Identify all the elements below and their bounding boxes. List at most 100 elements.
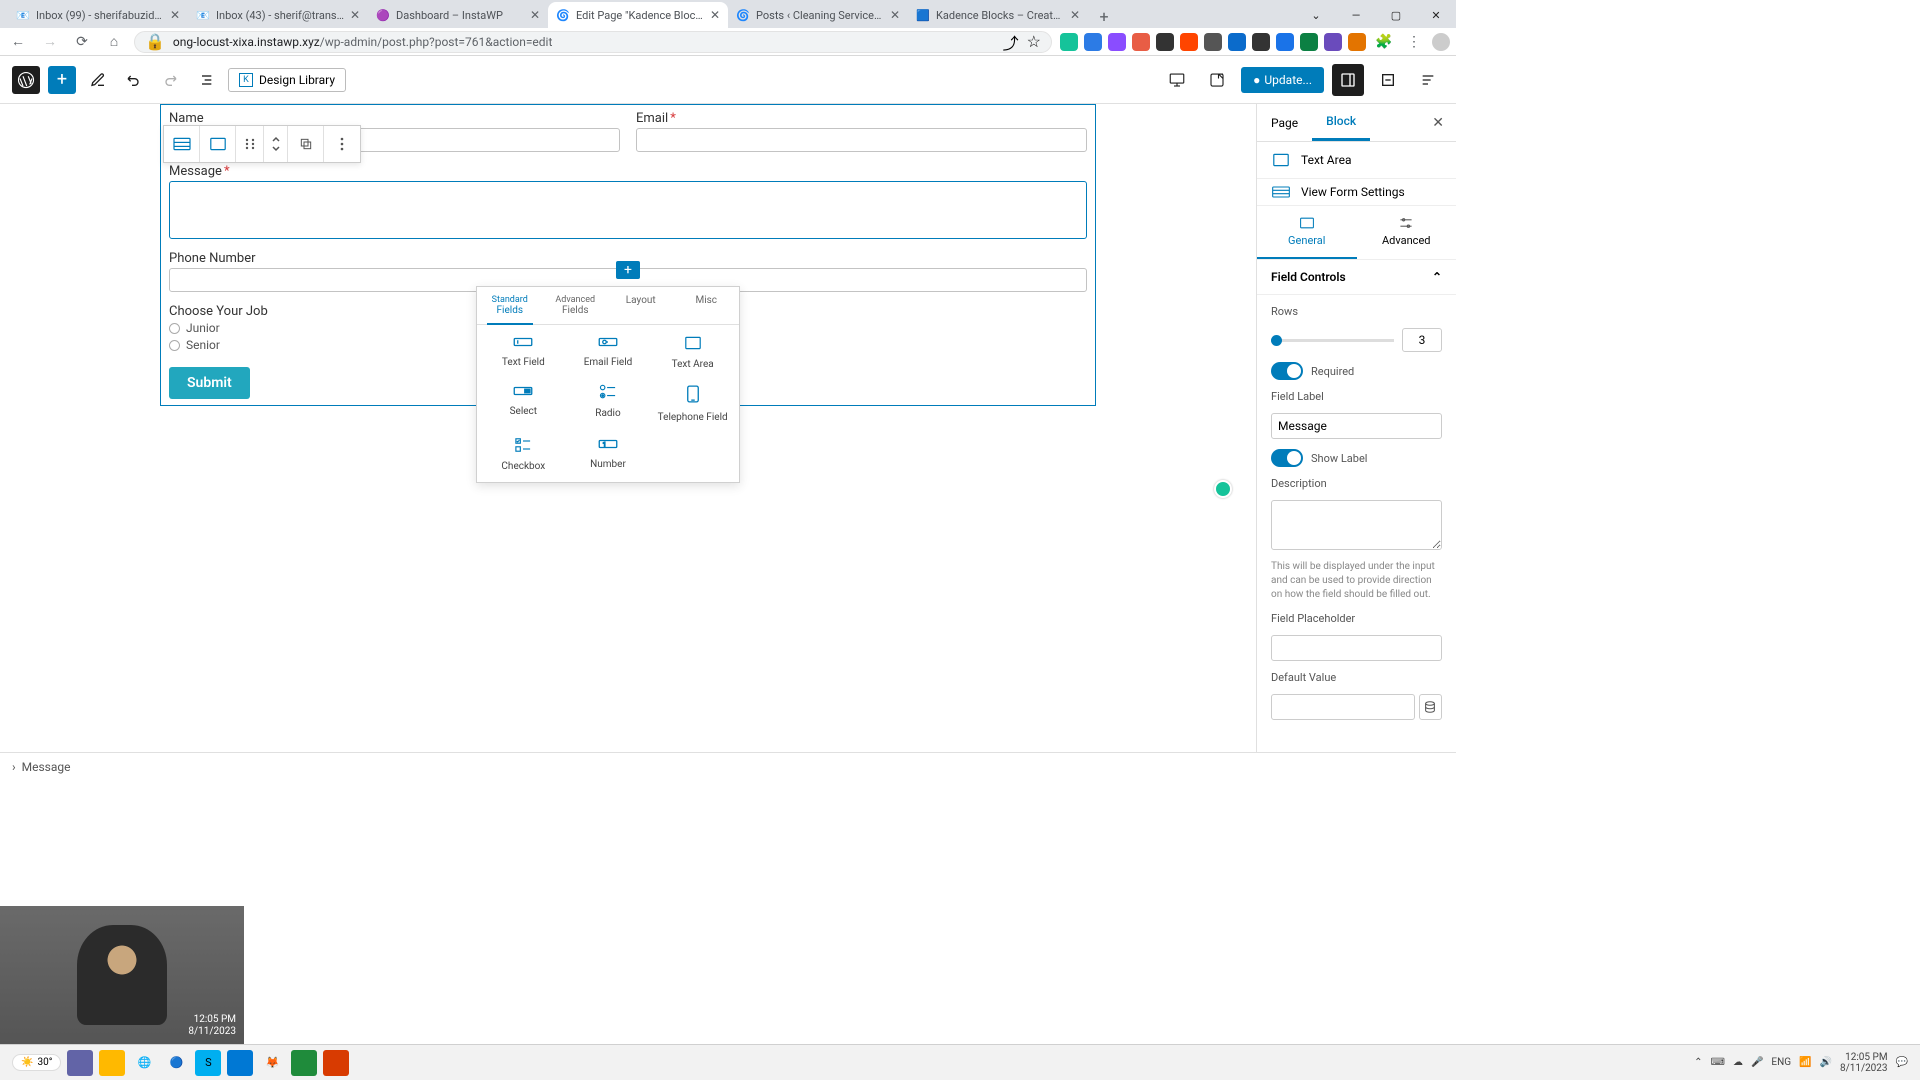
ext-icon[interactable] <box>1156 33 1174 51</box>
general-subtab[interactable]: General <box>1257 206 1357 259</box>
required-toggle[interactable] <box>1271 362 1303 380</box>
edit-tool-icon[interactable] <box>84 66 112 94</box>
picker-radio[interactable]: Radio <box>566 384 651 423</box>
list-view-button[interactable] <box>192 66 220 94</box>
kadence-settings-icon[interactable] <box>1372 64 1404 96</box>
language-indicator[interactable]: ENG <box>1771 1057 1791 1068</box>
editor-canvas[interactable]: Name Email* Message* + Phone Number <box>0 104 1256 752</box>
rows-value-input[interactable]: 3 <box>1402 328 1442 352</box>
browser-tab[interactable]: 📧Inbox (99) - sherifabuzid@gmai✕ <box>8 2 188 28</box>
picker-tab-standard[interactable]: StandardFields <box>477 287 543 324</box>
notifications-icon[interactable]: 💬 <box>1896 1057 1908 1068</box>
redo-button[interactable] <box>156 66 184 94</box>
ext-icon[interactable] <box>1204 33 1222 51</box>
grammarly-badge-icon[interactable] <box>1214 480 1232 498</box>
preview-button[interactable] <box>1201 64 1233 96</box>
breadcrumb-item[interactable]: Message <box>22 760 71 774</box>
message-textarea[interactable] <box>169 181 1087 239</box>
edge-icon[interactable]: 🔵 <box>163 1050 189 1076</box>
onedrive-icon[interactable]: ☁ <box>1733 1057 1743 1068</box>
chrome-icon[interactable]: 🌐 <box>131 1050 157 1076</box>
address-bar[interactable]: 🔒 ong-locust-xixa.instawp.xyz/wp-admin/p… <box>134 31 1052 53</box>
description-textarea[interactable] <box>1271 500 1442 550</box>
volume-icon[interactable]: 🔊 <box>1820 1057 1832 1068</box>
maximize-button[interactable]: ▢ <box>1376 2 1416 28</box>
placeholder-input[interactable] <box>1271 635 1442 661</box>
advanced-subtab[interactable]: Advanced <box>1357 206 1457 259</box>
textarea-block-button[interactable] <box>200 126 236 162</box>
picker-text-field[interactable]: Text Field <box>481 335 566 370</box>
ext-icon[interactable] <box>1324 33 1342 51</box>
ext-icon[interactable] <box>1300 33 1318 51</box>
add-field-button[interactable]: + <box>616 261 640 279</box>
reddit-ext-icon[interactable] <box>1180 33 1198 51</box>
browser-tab[interactable]: 🌀Posts ‹ Cleaning Service. — Wor✕ <box>728 2 908 28</box>
sidebar-tab-block[interactable]: Block <box>1312 104 1370 141</box>
home-button[interactable]: ⌂ <box>102 30 126 54</box>
chevron-right-icon[interactable]: › <box>12 760 16 774</box>
settings-sidebar-button[interactable] <box>1332 64 1364 96</box>
parent-block-button[interactable] <box>164 126 200 162</box>
new-tab-button[interactable]: + <box>1092 4 1116 28</box>
app-icon[interactable] <box>323 1050 349 1076</box>
picker-tab-layout[interactable]: Layout <box>608 287 674 324</box>
reload-button[interactable]: ⟳ <box>70 30 94 54</box>
picker-select[interactable]: Select <box>481 384 566 423</box>
picker-tab-advanced[interactable]: AdvancedFields <box>543 287 609 324</box>
wifi-icon[interactable]: 📶 <box>1799 1057 1811 1068</box>
field-controls-panel-head[interactable]: Field Controls ⌃ <box>1257 260 1456 295</box>
tray-chevron-icon[interactable]: ⌃ <box>1694 1057 1702 1068</box>
drag-handle-button[interactable] <box>236 126 264 162</box>
undo-button[interactable] <box>120 66 148 94</box>
picker-email-field[interactable]: Email Field <box>566 335 651 370</box>
rows-slider[interactable] <box>1271 339 1394 342</box>
file-explorer-icon[interactable] <box>99 1050 125 1076</box>
star-icon[interactable]: ☆ <box>1027 32 1041 51</box>
taskbar-clock[interactable]: 12:05 PM8/11/2023 <box>1840 1052 1888 1074</box>
move-up-down-button[interactable] <box>264 126 288 162</box>
ext-icon[interactable] <box>1276 33 1294 51</box>
weather-widget[interactable]: ☀️30° <box>12 1054 61 1071</box>
close-icon[interactable]: ✕ <box>170 8 180 22</box>
view-form-settings-button[interactable]: View Form Settings <box>1257 178 1456 205</box>
more-options-button[interactable] <box>324 126 360 162</box>
minimize-button[interactable]: — <box>1336 2 1376 28</box>
chevron-down-icon[interactable]: ⌄ <box>1296 2 1336 28</box>
ext-icon[interactable] <box>1348 33 1366 51</box>
ext-icon[interactable] <box>1252 33 1270 51</box>
sidebar-tab-page[interactable]: Page <box>1257 106 1312 140</box>
browser-tab-active[interactable]: 🌀Edit Page "Kadence Blocks Tutor✕ <box>548 2 728 28</box>
ext-icon[interactable] <box>1228 33 1246 51</box>
keyboard-icon[interactable]: ⌨ <box>1711 1057 1725 1068</box>
picker-telephone[interactable]: Telephone Field <box>650 384 735 423</box>
show-label-toggle[interactable] <box>1271 449 1303 467</box>
desktop-preview-icon[interactable] <box>1161 64 1193 96</box>
browser-tab[interactable]: 🟦Kadence Blocks – Create Stunni✕ <box>908 2 1088 28</box>
teams-icon[interactable] <box>67 1050 93 1076</box>
close-window-button[interactable]: ✕ <box>1416 2 1456 28</box>
update-button[interactable]: ● Update... <box>1241 67 1324 93</box>
app-icon[interactable] <box>291 1050 317 1076</box>
ext-icon[interactable] <box>1084 33 1102 51</box>
field-label-input[interactable] <box>1271 413 1442 439</box>
design-library-button[interactable]: K Design Library <box>228 68 346 92</box>
add-block-button[interactable]: + <box>48 66 76 94</box>
ext-icon[interactable] <box>1108 33 1126 51</box>
picker-number[interactable]: 1Number <box>566 437 651 472</box>
picker-tab-misc[interactable]: Misc <box>674 287 740 324</box>
profile-avatar[interactable] <box>1432 33 1450 51</box>
grammarly-ext-icon[interactable] <box>1060 33 1078 51</box>
picker-checkbox[interactable]: Checkbox <box>481 437 566 472</box>
browser-tab[interactable]: 📧Inbox (43) - sherif@translationpa✕ <box>188 2 368 28</box>
picker-text-area[interactable]: Text Area <box>650 335 735 370</box>
duplicate-button[interactable] <box>288 126 324 162</box>
email-input[interactable] <box>636 128 1087 152</box>
extensions-button[interactable]: 🧩 <box>1372 30 1396 54</box>
dynamic-content-button[interactable] <box>1419 694 1442 720</box>
options-menu-button[interactable] <box>1412 64 1444 96</box>
ext-icon[interactable] <box>1132 33 1150 51</box>
mic-icon[interactable]: 🎤 <box>1751 1057 1763 1068</box>
menu-button[interactable]: ⋮ <box>1402 30 1426 54</box>
share-icon[interactable]: ⤴ <box>1003 30 1019 54</box>
default-value-input[interactable] <box>1271 694 1415 720</box>
